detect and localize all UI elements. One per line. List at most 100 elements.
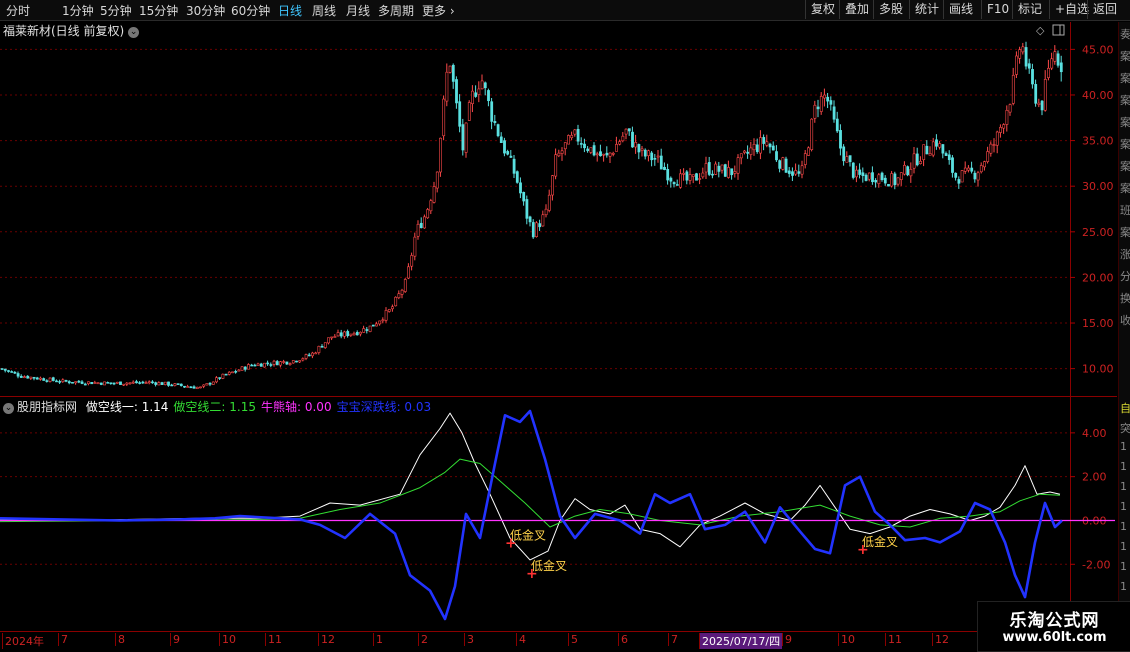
candle-body	[992, 144, 996, 146]
strip-char: 涨	[1120, 248, 1130, 261]
candle-body	[301, 358, 305, 361]
candle-body	[234, 370, 238, 373]
candle-body	[941, 144, 945, 154]
strip-char: 1	[1120, 580, 1127, 593]
candle-body	[295, 360, 298, 363]
candle-body	[451, 64, 455, 82]
indicator-value-label: 做空线一: 1.14	[85, 400, 169, 414]
candle-body	[813, 104, 817, 119]
candle-body	[487, 90, 490, 102]
date-axis-label: 2	[418, 633, 428, 646]
candle-body	[240, 366, 244, 371]
candle-body	[71, 381, 74, 384]
candle-body	[397, 293, 401, 299]
strip-char: 换	[1120, 292, 1130, 305]
candle-body	[730, 168, 734, 176]
candle-body	[743, 150, 746, 153]
date-axis-label: 10	[838, 633, 855, 646]
candle-body	[496, 124, 500, 137]
candle-body	[199, 386, 202, 389]
candle-body	[480, 80, 484, 90]
candle-body	[154, 382, 158, 385]
candle-body	[1056, 53, 1060, 66]
strip-char: 案	[1120, 182, 1130, 195]
strip-char: 收	[1120, 314, 1130, 327]
candle-body	[621, 135, 625, 142]
candle-body	[928, 153, 932, 156]
candle-body	[659, 155, 663, 170]
candle-body	[915, 153, 919, 166]
candle-body	[877, 174, 881, 184]
candle-body	[986, 151, 990, 162]
candlesticks	[0, 41, 1063, 390]
strip-char: 分	[1120, 270, 1130, 283]
candle-body	[208, 382, 212, 385]
indicator-tick-label: 2.00	[1082, 471, 1107, 484]
candle-body	[1024, 47, 1028, 67]
candle-body	[595, 153, 599, 156]
candle-body	[263, 362, 266, 368]
chart-area[interactable]: 45.00 40.00 35.00 30.00 25.00 20.00 15.00 10.00…	[0, 0, 1130, 650]
candle-body	[499, 136, 503, 143]
candle-body	[368, 325, 372, 332]
candle-body	[163, 381, 167, 385]
candle-body	[752, 143, 756, 151]
candle-body	[723, 164, 727, 177]
date-axis-label: 4	[516, 633, 526, 646]
candle-body	[474, 92, 478, 97]
candle-body	[535, 222, 538, 238]
candle-body	[176, 383, 180, 385]
candle-body	[365, 329, 369, 331]
candle-body	[714, 163, 718, 175]
candle-body	[832, 106, 836, 120]
candle-body	[167, 381, 170, 386]
strip-char: 案	[1120, 160, 1130, 173]
candle-body	[759, 137, 762, 154]
candle-body	[839, 130, 842, 149]
candle-body	[615, 144, 618, 152]
candle-body	[679, 173, 682, 188]
strip-char: 1	[1120, 480, 1127, 493]
candle-body	[0, 368, 4, 370]
right-info-strip: 奏案案案案案案案班案涨分换收自突111111111	[1118, 22, 1130, 630]
indicator-series-line	[0, 458, 1061, 528]
candle-body	[771, 145, 775, 151]
candle-body	[861, 172, 865, 176]
candle-body	[464, 122, 468, 153]
candle-body	[531, 222, 535, 238]
candle-body	[48, 377, 52, 382]
window-icon[interactable]	[1052, 24, 1065, 36]
diamond-icon[interactable]: ◇	[1036, 24, 1045, 37]
candle-body	[602, 153, 606, 156]
candle-body	[1043, 79, 1047, 111]
candle-body	[61, 379, 65, 382]
candle-body	[1047, 67, 1050, 78]
chevron-down-icon[interactable]: ⌄	[3, 403, 14, 414]
indicator-header[interactable]: ⌄ 股朋指标网 做空线一: 1.14 做空线二: 1.15 牛熊轴: 0.00 宝宝深跌…	[3, 398, 431, 415]
candle-body	[119, 381, 122, 385]
candle-body	[912, 153, 916, 169]
candle-body	[1027, 63, 1031, 69]
price-tick-label: 40.00	[1082, 89, 1114, 102]
candle-body	[640, 148, 644, 151]
candle-body	[541, 214, 545, 227]
candle-body	[1040, 100, 1044, 111]
candle-body	[355, 332, 359, 336]
price-tick-label: 25.00	[1082, 226, 1114, 239]
candle-body	[528, 216, 532, 223]
candle-body	[938, 143, 942, 148]
indicator-tick-label: 4.00	[1082, 427, 1107, 440]
strip-char: 1	[1120, 540, 1127, 553]
candle-body	[317, 345, 321, 353]
candle-body	[339, 332, 343, 337]
candle-body	[675, 184, 679, 186]
candle-body	[650, 152, 654, 161]
candle-body	[736, 157, 740, 174]
strip-char: 突	[1120, 422, 1130, 435]
candle-body	[643, 149, 647, 157]
candle-body	[205, 383, 209, 386]
candle-body	[259, 363, 263, 367]
date-axis-label: 5	[568, 633, 578, 646]
candle-body	[272, 360, 276, 365]
candle-body	[717, 165, 721, 172]
